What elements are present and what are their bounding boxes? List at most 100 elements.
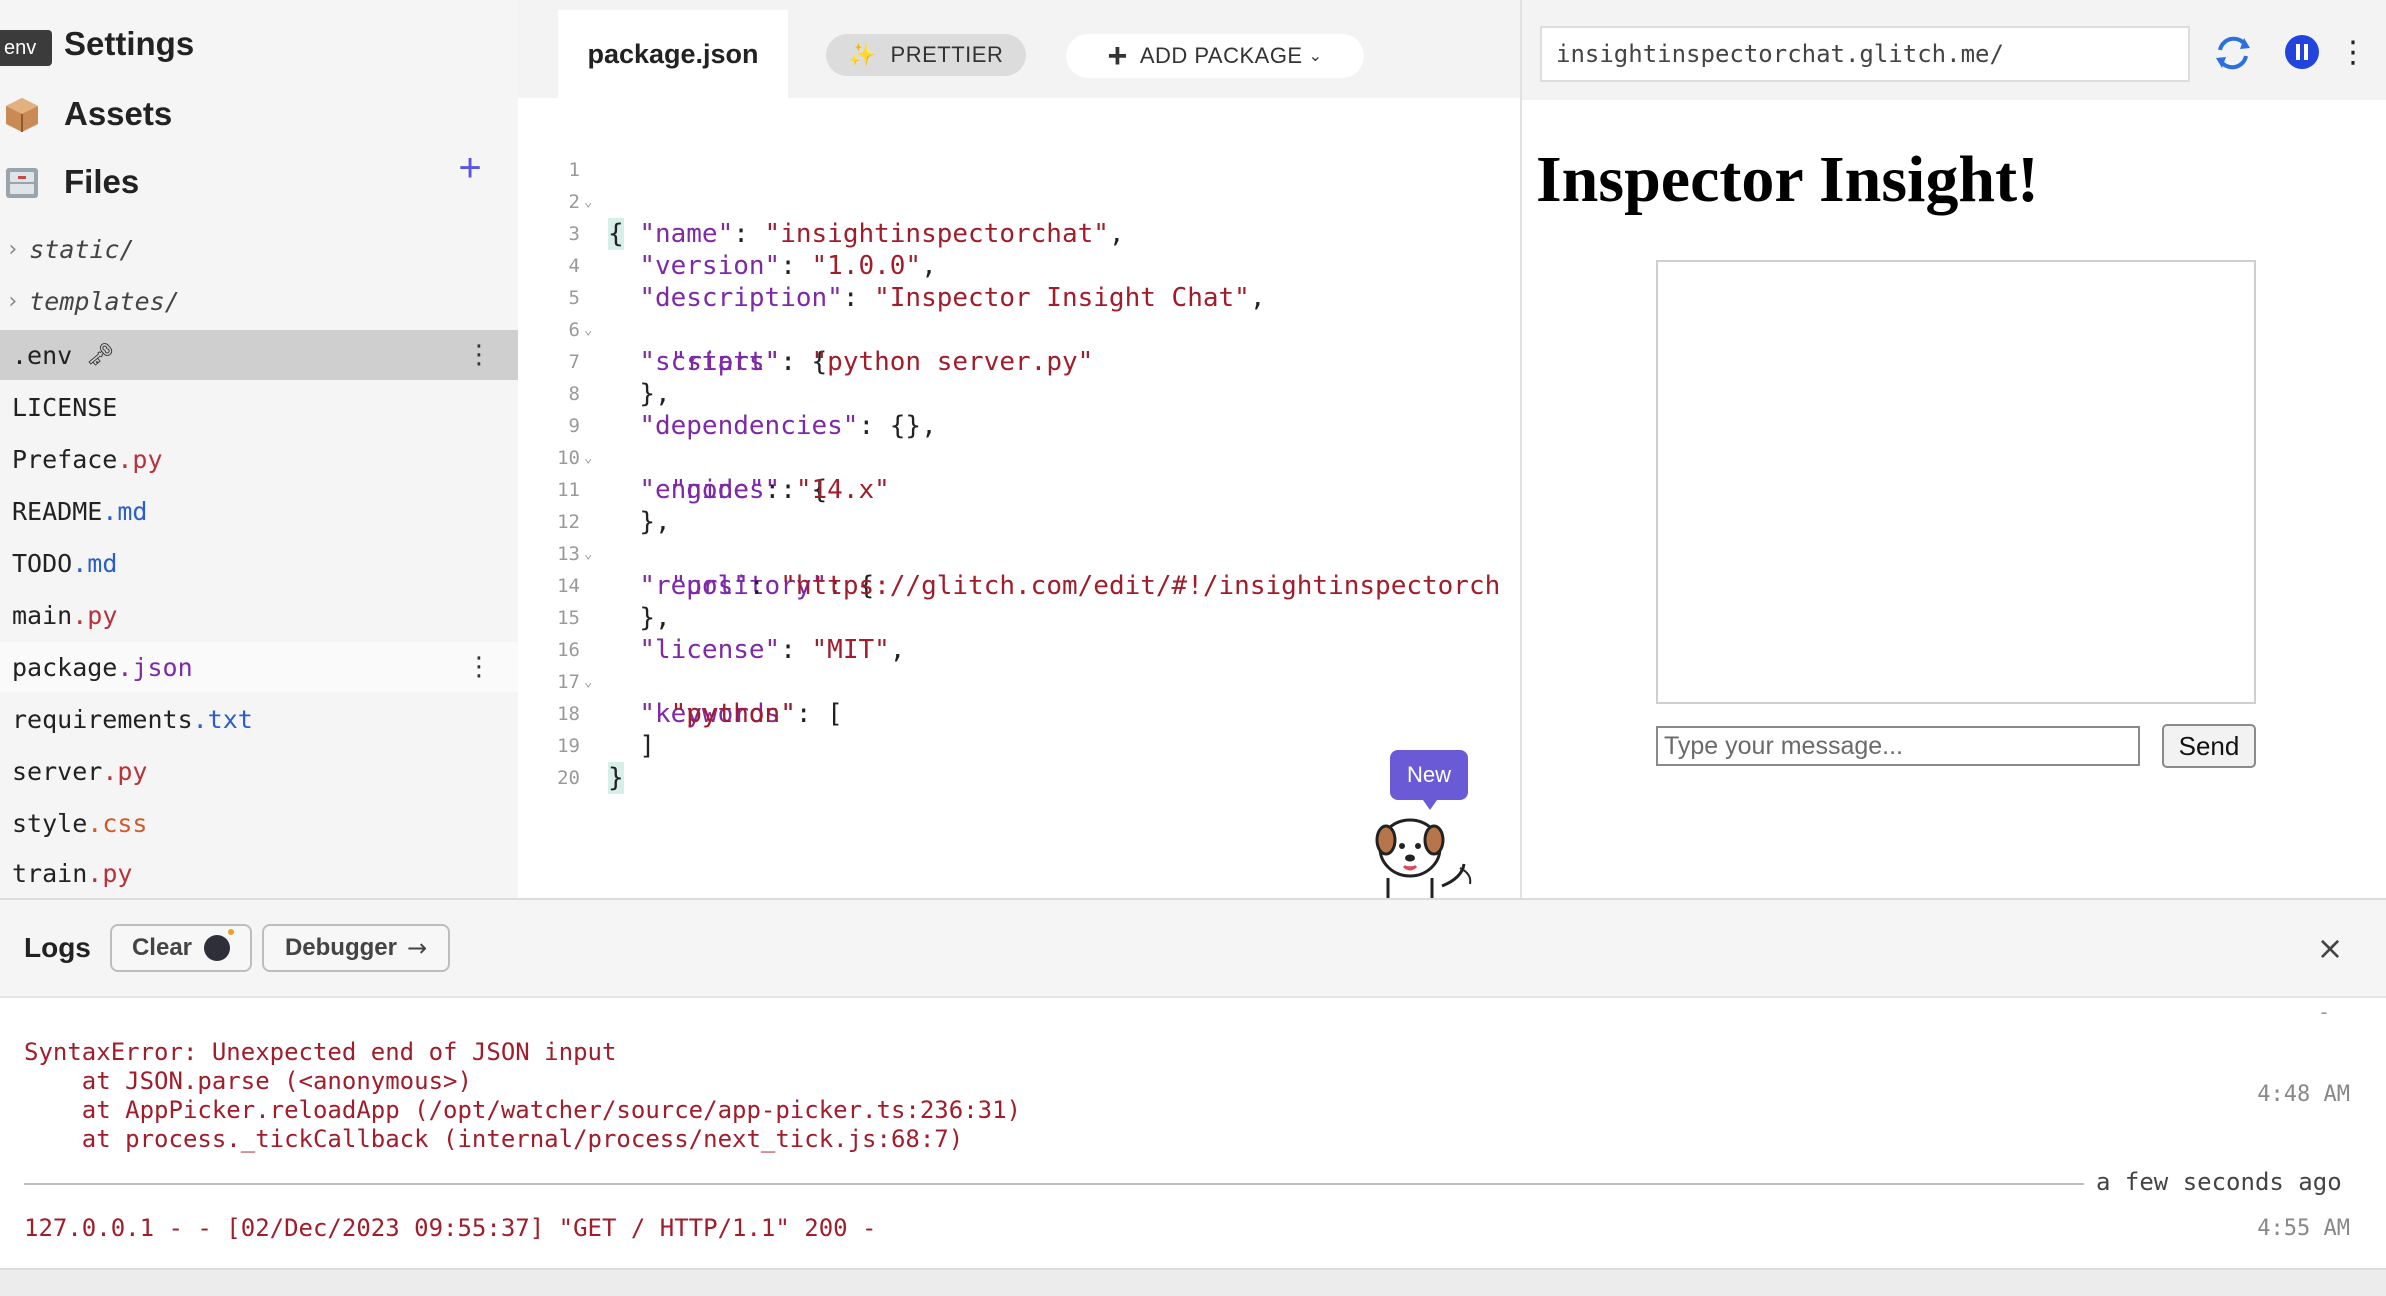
dog-mascot-icon[interactable] (1372, 808, 1482, 898)
code-line: 16 ⌄ "keywords": [ (518, 602, 1520, 729)
folder-templates[interactable]: › templates/ (0, 276, 518, 326)
debugger-label: Debugger (284, 934, 397, 961)
file-name: TODO (12, 548, 73, 578)
code-line: 8 "dependencies": {}, (518, 346, 1520, 441)
file-ext: .py (117, 444, 163, 474)
file-menu-icon[interactable]: ⋮ (466, 652, 492, 682)
env-tooltip: env (0, 30, 52, 66)
file-ext: .css (87, 808, 148, 838)
file-name: server (12, 756, 103, 786)
log-error-line: at JSON.parse (<anonymous>) (24, 1067, 472, 1095)
log-error-line: at process._tickCallback (internal/proce… (24, 1125, 964, 1153)
file-ext: .py (87, 858, 133, 888)
new-badge[interactable]: New (1390, 750, 1468, 810)
code-line: 18 ] (518, 666, 1520, 761)
log-divider (24, 1183, 2084, 1185)
folder-name: static/ (29, 234, 135, 264)
file-ext: .md (102, 496, 148, 526)
file-main-py[interactable]: main .py (0, 590, 518, 640)
file-preface-py[interactable]: Preface .py (0, 434, 518, 484)
chevron-down-icon: ⌄ (1308, 48, 1323, 65)
code-line: 20 (518, 730, 1520, 789)
file-ext: .md (72, 548, 118, 578)
folder-static[interactable]: › static/ (0, 224, 518, 274)
log-timestamp: 4:48 AM (2257, 1082, 2350, 1107)
file-menu-icon[interactable]: ⋮ (466, 340, 492, 370)
sparkles-icon: ✨ (848, 42, 877, 67)
file-server-py[interactable]: server .py (0, 746, 518, 796)
plus-icon: + (1107, 36, 1128, 75)
code-line: 6 "start": "python server.py" (518, 282, 1520, 377)
code-line: 12 ⌄ "repository": { (518, 474, 1520, 601)
file-name: Preface (12, 444, 118, 474)
files-nav: Files (0, 148, 518, 216)
file-name: LICENSE (12, 392, 118, 422)
pause-icon[interactable] (2284, 34, 2320, 70)
file-train-py[interactable]: train .py (0, 848, 518, 898)
code-line: 5 ⌄ "scripts": { (518, 250, 1520, 377)
file-todo-md[interactable]: TODO .md (0, 538, 518, 588)
logs-header: Logs Clear Debugger → × (0, 900, 2386, 998)
debugger-button[interactable]: Debugger → (262, 924, 450, 972)
logs-panel: Logs Clear Debugger → × - SyntaxError: U… (0, 898, 2386, 1268)
file-ext: .json (117, 652, 193, 682)
file-ext: .py (72, 600, 118, 630)
clear-label: Clear (131, 934, 193, 961)
file-name: requirements (12, 704, 193, 734)
file-name: style (12, 808, 88, 838)
code-line: 19 } (518, 698, 1520, 794)
settings-label: Settings (64, 25, 195, 62)
code-line: 1 ⌄ { (518, 122, 1520, 250)
logs-title: Logs (24, 932, 91, 963)
code-line: 4 "description": "Inspector Insight Chat… (518, 218, 1520, 313)
code-line: 2 "name": "insightinspectorchat", (518, 154, 1520, 249)
file-name: main (12, 600, 73, 630)
add-package-button[interactable]: + ADD PACKAGE ⌄ (1066, 34, 1364, 78)
file-style-css[interactable]: style .css (0, 798, 518, 848)
clear-logs-button[interactable]: Clear (110, 924, 252, 972)
arrow-right-icon: → (406, 934, 428, 962)
line-number: 20 (557, 767, 580, 789)
file-name: package (12, 652, 118, 682)
code-line: 11 }, (518, 442, 1520, 537)
code-line: 3 "version": "1.0.0", (518, 186, 1520, 281)
editor-toolbar: package.json ✨ PRETTIER + ADD PACKAGE ⌄ (518, 0, 1520, 98)
preview-url-input[interactable] (1540, 26, 2190, 82)
file-requirements-txt[interactable]: requirements .txt (0, 694, 518, 744)
file-ext: .py (102, 756, 148, 786)
code-line: 7 }, (518, 314, 1520, 409)
settings-nav[interactable]: Settings (0, 10, 518, 78)
file-package-json[interactable]: package .json ⋮ (0, 642, 518, 692)
chevron-right-icon: › (6, 236, 20, 262)
file-env[interactable]: .env 🗝 ⋮ (0, 330, 518, 380)
preview-toolbar: ⋮ (1522, 0, 2386, 100)
assets-box-icon (6, 98, 38, 132)
file-name: train (12, 858, 88, 888)
add-file-button[interactable]: + (452, 148, 488, 188)
tab-package-json[interactable]: package.json (558, 10, 788, 98)
refresh-icon[interactable] (2210, 30, 2256, 76)
file-name: README (12, 496, 103, 526)
prettier-button[interactable]: ✨ PRETTIER (826, 34, 1026, 76)
log-separator-mark: - (2318, 1000, 2331, 1024)
file-name: .env (12, 340, 73, 370)
bomb-icon (204, 929, 235, 961)
message-input[interactable] (1656, 726, 2140, 766)
code-line: 14 }, (518, 538, 1520, 633)
send-button[interactable]: Send (2162, 724, 2256, 768)
close-icon[interactable]: × (2310, 924, 2350, 972)
app-preview: ⋮ Inspector Insight! Send (1520, 0, 2386, 898)
file-license[interactable]: LICENSE (0, 382, 518, 432)
folder-name: templates/ (29, 286, 180, 316)
assets-nav[interactable]: Assets (0, 80, 518, 148)
file-readme-md[interactable]: README .md (0, 486, 518, 536)
code-line: 10 "node": "14.x" (518, 410, 1520, 505)
file-ext: .txt (192, 704, 253, 734)
code-line: 13 "url": "https://glitch.com/edit/#!/in… (518, 506, 1520, 601)
assets-label: Assets (64, 95, 173, 132)
log-relative-time: a few seconds ago (2096, 1168, 2342, 1196)
more-options-icon[interactable]: ⋮ (2338, 30, 2368, 76)
key-icon: 🗝 (86, 342, 115, 368)
files-label: Files (64, 163, 140, 200)
prettier-label: PRETTIER (890, 42, 1004, 67)
